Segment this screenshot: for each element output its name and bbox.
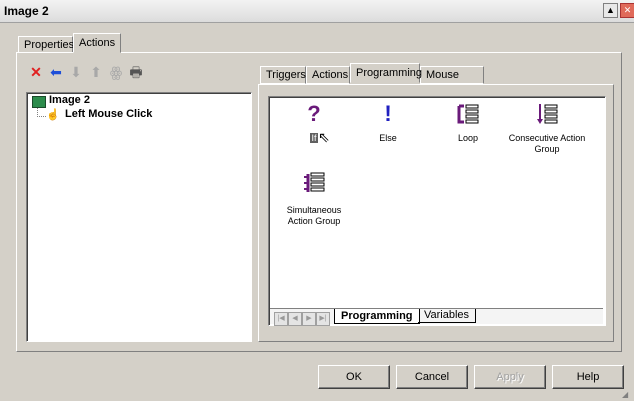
exclamation-icon: ! xyxy=(384,101,392,126)
if-label: If xyxy=(310,133,318,143)
loop-item[interactable]: Loop xyxy=(428,103,508,144)
tree-child-label[interactable]: Left Mouse Click xyxy=(65,108,152,120)
image-icon xyxy=(32,96,46,108)
back-arrow-icon[interactable]: ⬅ xyxy=(48,64,64,80)
resize-grip[interactable]: ◢ xyxy=(622,390,632,400)
loop-icon xyxy=(428,103,508,125)
mouse-cursor-icon: ⇖ xyxy=(318,129,330,145)
move-up-icon[interactable]: ⬆ xyxy=(88,64,104,80)
last-sheet-button[interactable]: ▶| xyxy=(316,312,330,326)
tree-connector xyxy=(37,108,46,117)
minimize-button[interactable]: ▲ xyxy=(603,3,618,18)
consecutive-item[interactable]: Consecutive Action Group xyxy=(507,103,587,155)
question-mark-icon: ? xyxy=(307,101,321,126)
first-sheet-button[interactable]: |◀ xyxy=(274,312,288,326)
group-icon[interactable]: ꙮ xyxy=(108,64,124,80)
title-bar: Image 2 ▲ ✕ xyxy=(0,0,634,23)
ok-button[interactable]: OK xyxy=(318,365,390,389)
loop-label: Loop xyxy=(457,133,479,143)
help-button[interactable]: Help xyxy=(552,365,624,389)
sheet-tab-strip: |◀ ◀ ▶ ▶| Programming Variables xyxy=(270,308,603,326)
tab-actions[interactable]: Actions xyxy=(73,33,121,53)
programming-palette: ? If ⇖ ! Else Loop Consecutive Action Gr… xyxy=(268,96,606,326)
cancel-button[interactable]: Cancel xyxy=(396,365,468,389)
delete-icon[interactable]: ✕ xyxy=(28,64,44,80)
window-title: Image 2 xyxy=(4,4,49,18)
tab-programming[interactable]: Programming xyxy=(350,63,422,83)
tab-triggers[interactable]: Triggers xyxy=(260,66,306,84)
else-item[interactable]: ! Else xyxy=(348,103,428,144)
next-sheet-button[interactable]: ▶ xyxy=(302,312,316,326)
action-tree[interactable]: Image 2 ☝ Left Mouse Click xyxy=(26,92,252,342)
if-item[interactable]: ? If xyxy=(274,103,354,144)
simultaneous-label: Simultaneous Action Group xyxy=(286,205,342,226)
simultaneous-item[interactable]: Simultaneous Action Group xyxy=(274,171,354,227)
consecutive-label: Consecutive Action Group xyxy=(508,133,586,154)
apply-button[interactable]: Apply xyxy=(474,365,546,389)
prev-sheet-button[interactable]: ◀ xyxy=(288,312,302,326)
sheet-tab-programming[interactable]: Programming xyxy=(334,309,420,324)
consecutive-icon xyxy=(507,103,587,125)
tab-mouse-click[interactable]: Mouse Click xyxy=(420,66,484,97)
move-down-icon[interactable]: ⬇ xyxy=(68,64,84,80)
print-icon[interactable]: 🖶 xyxy=(128,64,144,80)
sheet-tab-variables[interactable]: Variables xyxy=(418,309,477,323)
tree-root-label[interactable]: Image 2 xyxy=(49,94,90,106)
mouse-click-icon: ☝ xyxy=(46,109,60,121)
tab-actions-inner[interactable]: Actions xyxy=(306,66,350,84)
close-button[interactable]: ✕ xyxy=(620,3,634,18)
simultaneous-icon xyxy=(274,171,354,195)
else-label: Else xyxy=(379,133,397,143)
